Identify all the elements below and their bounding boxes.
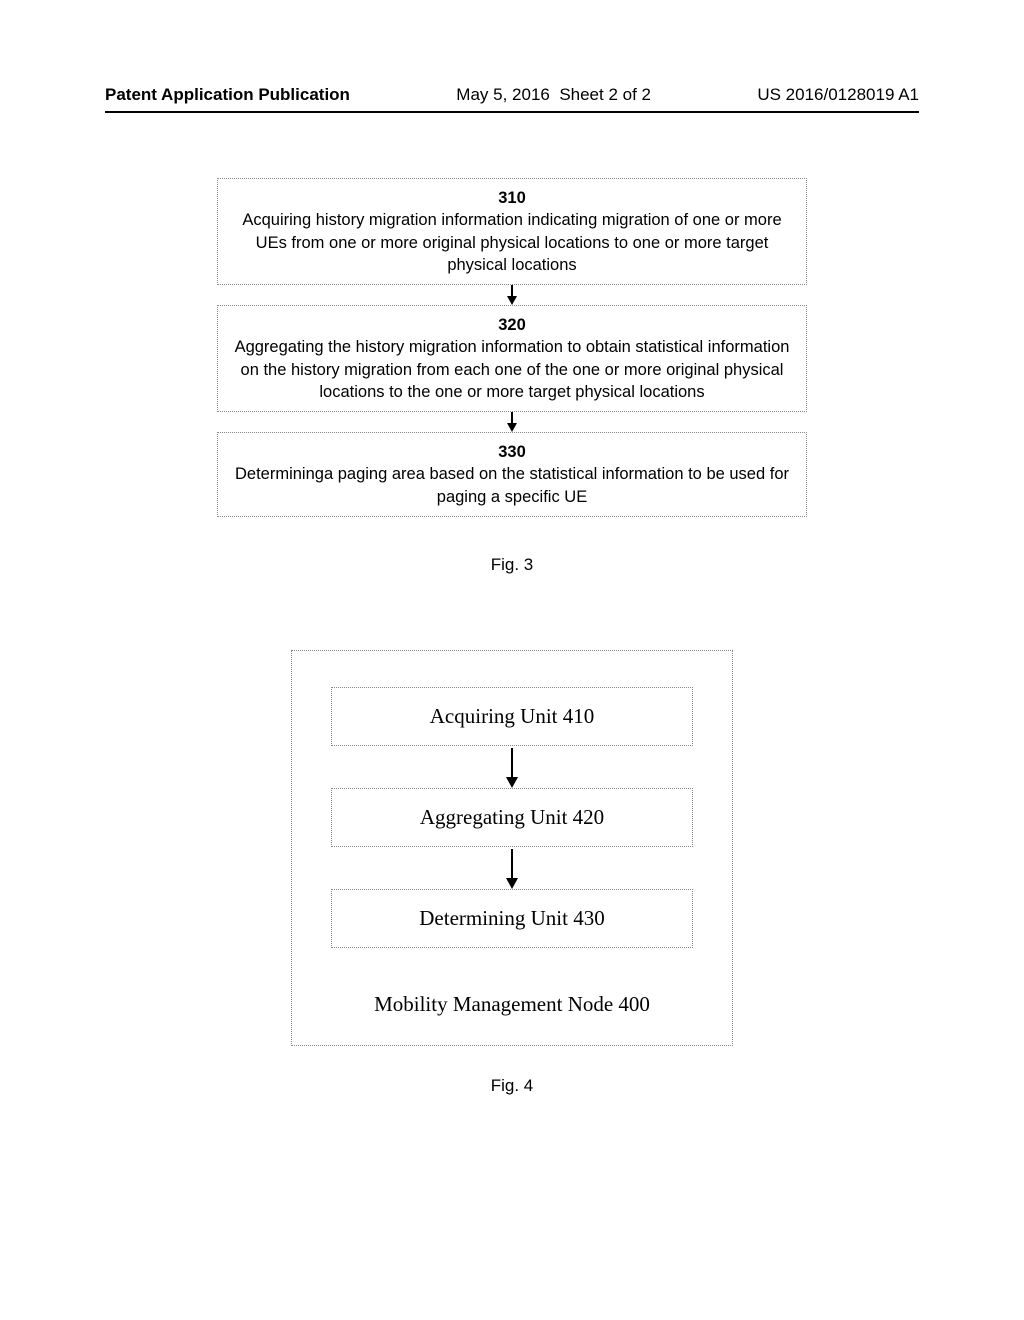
figure-4-caption: Fig. 4 xyxy=(105,1076,919,1096)
fig3-box-330-text: Determininga paging area based on the st… xyxy=(230,463,794,508)
fig3-box-310-text: Acquiring history migration information … xyxy=(230,209,794,276)
fig3-box-310: 310 Acquiring history migration informat… xyxy=(217,178,807,285)
arrow-down-icon xyxy=(217,285,807,305)
page: Patent Application Publication May 5, 20… xyxy=(0,0,1024,1320)
aggregating-unit-box: Aggregating Unit 420 xyxy=(331,788,693,847)
fig3-box-330: 330 Determininga paging area based on th… xyxy=(217,432,807,517)
fig3-box-320: 320 Aggregating the history migration in… xyxy=(217,305,807,412)
publication-number: US 2016/0128019 A1 xyxy=(757,85,919,105)
acquiring-unit-box: Acquiring Unit 410 xyxy=(331,687,693,746)
arrow-down-icon xyxy=(292,847,732,889)
fig3-box-320-number: 320 xyxy=(230,314,794,336)
header-date: May 5, 2016 Sheet 2 of 2 xyxy=(456,85,651,105)
page-header: Patent Application Publication May 5, 20… xyxy=(105,85,919,105)
fig3-box-320-text: Aggregating the history migration inform… xyxy=(230,336,794,403)
arrow-down-icon xyxy=(292,746,732,788)
figure-3-caption: Fig. 3 xyxy=(105,555,919,575)
figure-4: Acquiring Unit 410 Aggregating Unit 420 … xyxy=(291,650,733,1046)
figure-3: 310 Acquiring history migration informat… xyxy=(217,178,807,517)
header-rule xyxy=(105,111,919,113)
mobility-node-label: Mobility Management Node 400 xyxy=(292,992,732,1017)
determining-unit-box: Determining Unit 430 xyxy=(331,889,693,948)
arrow-down-icon xyxy=(217,412,807,432)
fig3-box-330-number: 330 xyxy=(230,441,794,463)
fig3-box-310-number: 310 xyxy=(230,187,794,209)
publication-line: Patent Application Publication xyxy=(105,85,350,105)
